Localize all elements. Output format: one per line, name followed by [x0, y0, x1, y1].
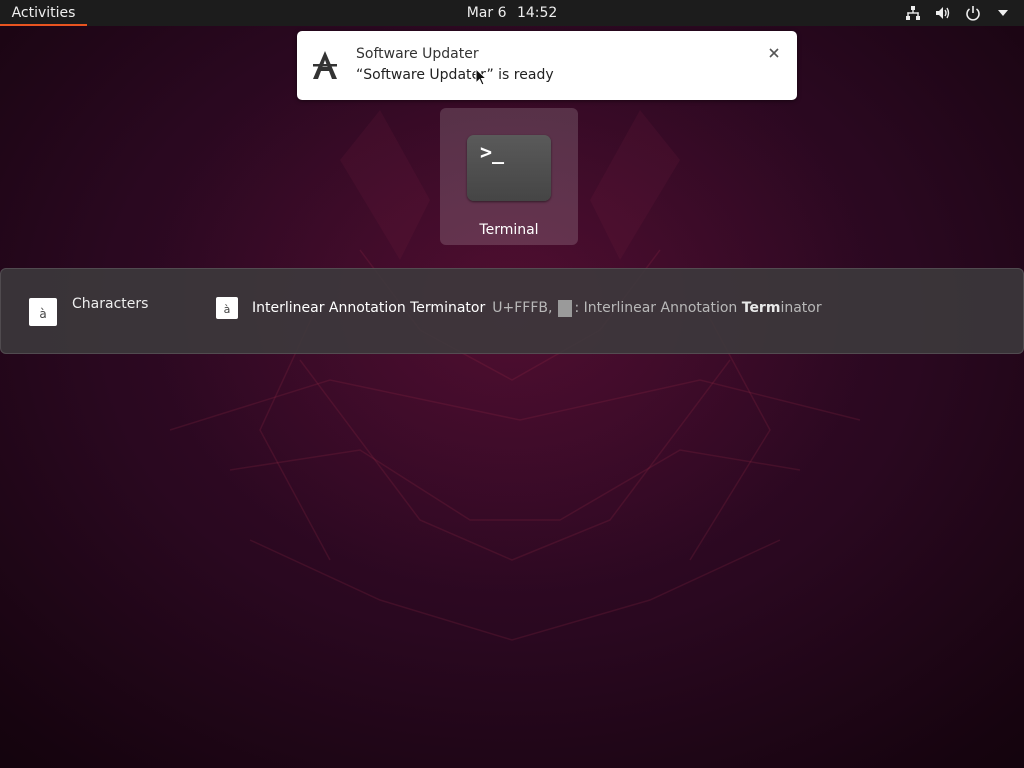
notification-title: Software Updater: [356, 46, 479, 62]
time-label: 14:52: [516, 5, 558, 21]
characters-app-icon[interactable]: à: [29, 298, 57, 326]
app-tile-terminal[interactable]: >_ Terminal: [440, 108, 578, 245]
app-label-terminal: Terminal: [479, 222, 539, 238]
result-title: Interlinear Annotation Terminator: [252, 300, 486, 316]
top-bar: Activities Mar 6 14:52: [0, 0, 1024, 26]
mouse-cursor: [475, 68, 487, 86]
character-icon: à: [216, 297, 238, 319]
result-desc-prefix: : Interlinear Annotation: [574, 300, 742, 316]
close-icon[interactable]: [767, 46, 781, 60]
chevron-down-icon[interactable]: [994, 4, 1012, 22]
clock-button[interactable]: Mar 6 14:52: [0, 0, 1024, 26]
software-updater-icon: [313, 51, 337, 79]
character-glyph-placeholder: [558, 299, 573, 317]
network-icon[interactable]: [904, 4, 922, 22]
date-label: Mar 6: [466, 5, 507, 21]
search-results-panel: à Characters à Interlinear Annotation Te…: [0, 268, 1024, 354]
system-tray[interactable]: [904, 0, 1012, 26]
power-icon[interactable]: [964, 4, 982, 22]
result-code: U+FFFB,: [492, 300, 553, 316]
result-desc-suffix: inator: [780, 300, 822, 316]
volume-icon[interactable]: [934, 4, 952, 22]
provider-name[interactable]: Characters: [72, 296, 148, 312]
notification-banner[interactable]: Software Updater “Software Updater” is r…: [297, 31, 797, 100]
search-result-item[interactable]: à Interlinear Annotation Terminator U+FF…: [216, 296, 822, 320]
notification-body: “Software Updater” is ready: [356, 67, 554, 83]
result-description: U+FFFB, : Interlinear Annotation Term in…: [492, 299, 822, 317]
result-desc-highlight: Term: [741, 300, 781, 316]
terminal-prompt-glyph: >_: [480, 140, 505, 164]
terminal-icon: >_: [467, 135, 551, 201]
